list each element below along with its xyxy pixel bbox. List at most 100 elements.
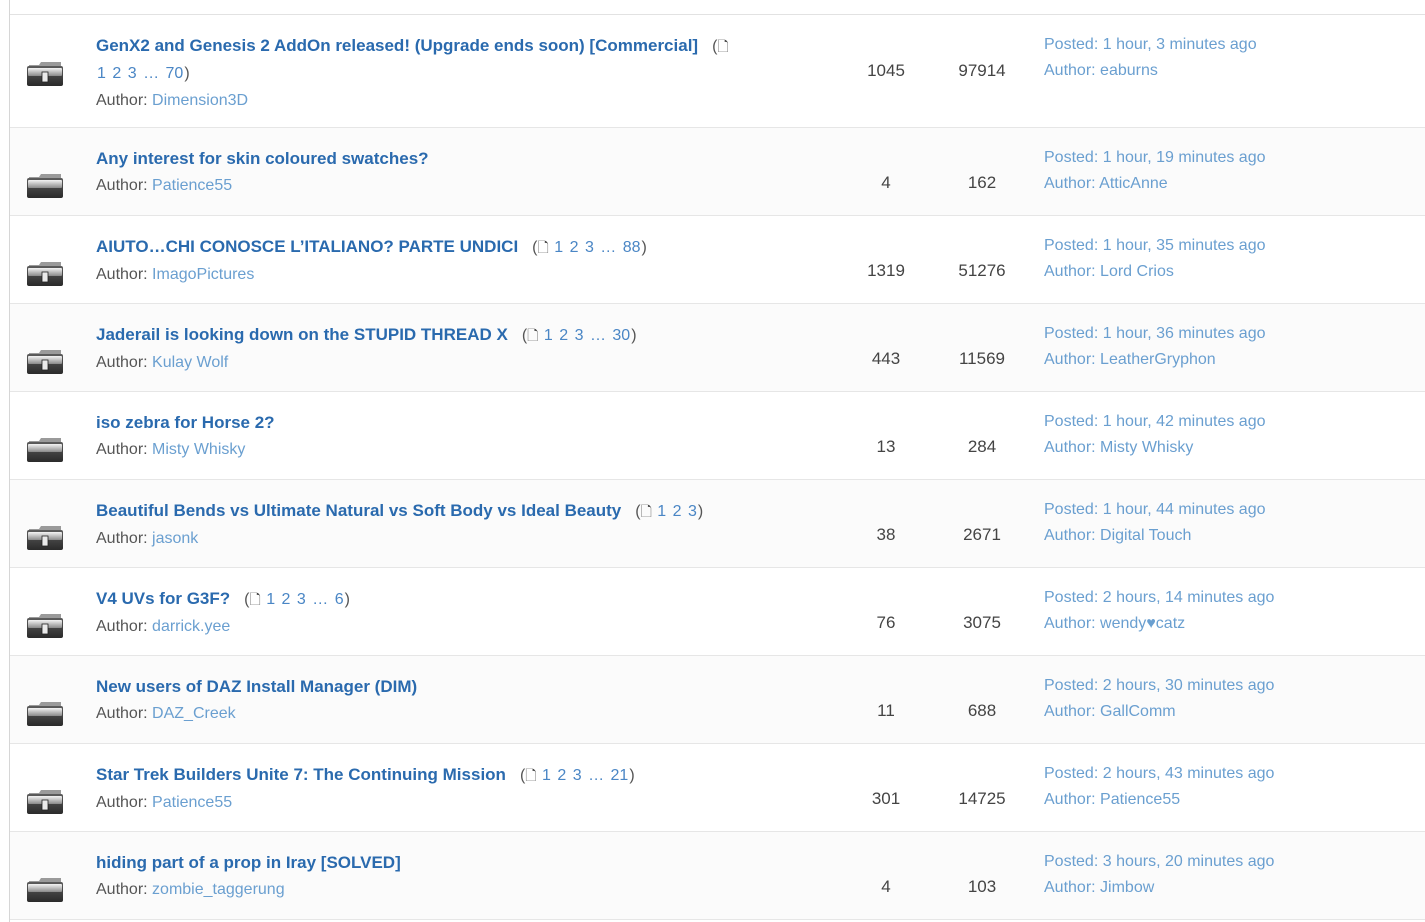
last-author-link[interactable]: GallComm: [1100, 703, 1176, 720]
pagination-link[interactable]: 3: [128, 65, 137, 82]
author-link[interactable]: Patience55: [152, 794, 232, 811]
replies-count: 38: [876, 525, 896, 544]
table-row[interactable]: iso zebra for Horse 2? Author: Misty Whis…: [10, 392, 1425, 480]
pagination-link[interactable]: 2: [673, 503, 682, 520]
table-row[interactable]: GenX2 and Genesis 2 AddOn released! (Upg…: [10, 15, 1425, 128]
table-row[interactable]: New users of DAZ Install Manager (DIM) Au…: [10, 656, 1425, 744]
topic-title-line: iso zebra for Horse 2?: [96, 410, 826, 436]
last-post-time: Posted: 1 hour, 3 minutes ago: [1044, 32, 1257, 58]
pagination-link[interactable]: 70: [166, 65, 184, 82]
last-author-link[interactable]: Jimbow: [1100, 879, 1154, 896]
author-link[interactable]: Patience55: [152, 177, 232, 194]
posted-label: Posted:: [1044, 765, 1099, 782]
last-post-info: Posted: 2 hours, 43 minutes ago Author: P…: [1044, 761, 1274, 813]
last-post-link[interactable]: 1 hour, 42 minutes ago: [1103, 413, 1266, 430]
last-post-link[interactable]: 1 hour, 3 minutes ago: [1103, 36, 1257, 53]
last-post-time: Posted: 1 hour, 19 minutes ago: [1044, 145, 1266, 171]
last-author-link[interactable]: Patience55: [1100, 791, 1180, 808]
author-label: Author:: [96, 177, 148, 194]
replies-count: 443: [871, 349, 901, 368]
author-link[interactable]: Kulay Wolf: [152, 354, 228, 371]
posted-label: Posted:: [1044, 677, 1099, 694]
author-link[interactable]: DAZ_Creek: [152, 705, 236, 722]
pagination-link[interactable]: 2: [559, 327, 568, 344]
pagination-link[interactable]: 2: [557, 767, 566, 784]
table-row[interactable]: Star Trek Builders Unite 7: The Continui…: [10, 744, 1425, 832]
topic-title-link[interactable]: GenX2 and Genesis 2 AddOn released! (Upg…: [96, 36, 698, 55]
last-post-link[interactable]: 1 hour, 19 minutes ago: [1103, 149, 1266, 166]
last-author-label: Author:: [1044, 791, 1096, 808]
pagination-link[interactable]: 3: [575, 327, 584, 344]
table-row[interactable]: hiding part of a prop in Iray [SOLVED] Au…: [10, 832, 1425, 920]
last-post-link[interactable]: 2 hours, 14 minutes ago: [1103, 589, 1275, 606]
last-post-link[interactable]: 2 hours, 43 minutes ago: [1103, 765, 1275, 782]
topic-title-link[interactable]: Beautiful Bends vs Ultimate Natural vs S…: [96, 501, 621, 520]
last-author-link[interactable]: LeatherGryphon: [1100, 351, 1216, 368]
pagination-link[interactable]: 2: [282, 591, 291, 608]
pagination-link[interactable]: 3: [573, 767, 582, 784]
topic-pagination: (🗋 1 2 3 … 6): [244, 591, 350, 608]
pagination-link[interactable]: 30: [612, 327, 630, 344]
last-author-label: Author:: [1044, 62, 1096, 79]
author-link[interactable]: jasonk: [152, 530, 198, 547]
topic-title-link[interactable]: V4 UVs for G3F?: [96, 589, 230, 608]
pagination-link[interactable]: 2: [112, 65, 121, 82]
author-link[interactable]: darrick.yee: [152, 618, 230, 635]
last-post-link[interactable]: 3 hours, 20 minutes ago: [1103, 853, 1275, 870]
pagination-link[interactable]: 2: [570, 239, 579, 256]
last-post-time: Posted: 1 hour, 44 minutes ago: [1044, 497, 1266, 523]
author-label: Author:: [96, 441, 148, 458]
last-author-link[interactable]: Digital Touch: [1100, 527, 1191, 544]
author-link[interactable]: zombie_taggerung: [152, 881, 285, 898]
author-link[interactable]: Dimension3D: [152, 92, 248, 109]
last-post-link[interactable]: 1 hour, 44 minutes ago: [1103, 501, 1266, 518]
table-row[interactable]: AIUTO…CHI CONOSCE L’ITALIANO? PARTE UNDI…: [10, 216, 1425, 304]
replies-count: 13: [876, 437, 896, 456]
topic-author: Author: Patience55: [96, 791, 826, 815]
last-author-link[interactable]: AtticAnne: [1099, 175, 1167, 192]
table-row[interactable]: Jaderail is looking down on the STUPID T…: [10, 304, 1425, 392]
posted-label: Posted:: [1044, 237, 1099, 254]
pagination-link[interactable]: 3: [297, 591, 306, 608]
author-link[interactable]: ImagoPictures: [152, 266, 254, 283]
pagination-link[interactable]: 88: [623, 239, 641, 256]
topic-title-link[interactable]: AIUTO…CHI CONOSCE L’ITALIANO? PARTE UNDI…: [96, 237, 518, 256]
table-row[interactable]: Beautiful Bends vs Ultimate Natural vs S…: [10, 480, 1425, 568]
pagination-link[interactable]: 1: [97, 65, 106, 82]
last-post-link[interactable]: 2 hours, 30 minutes ago: [1103, 677, 1275, 694]
replies-count: 301: [871, 789, 901, 808]
topic-pagination: (🗋 1 2 3 … 21): [520, 767, 635, 784]
views-count: 97914: [958, 61, 1006, 80]
last-post-author: Author: Misty Whisky: [1044, 435, 1266, 461]
pagination-link[interactable]: 6: [335, 591, 344, 608]
last-author-link[interactable]: Misty Whisky: [1100, 439, 1193, 456]
last-author-link[interactable]: eaburns: [1100, 62, 1158, 79]
author-label: Author:: [96, 618, 148, 635]
topic-author: Author: DAZ_Creek: [96, 702, 826, 726]
pagination-link[interactable]: 1: [542, 767, 551, 784]
table-row[interactable]: V4 UVs for G3F? (🗋 1 2 3 … 6) Author: darr…: [10, 568, 1425, 656]
pagination-link[interactable]: 1: [544, 327, 553, 344]
last-post-link[interactable]: 1 hour, 36 minutes ago: [1103, 325, 1266, 342]
last-author-label: Author:: [1044, 263, 1096, 280]
topic-title-link[interactable]: hiding part of a prop in Iray [SOLVED]: [96, 853, 401, 872]
pagination-link[interactable]: 3: [688, 503, 697, 520]
pagination-close-paren: ): [344, 591, 350, 608]
last-author-label: Author:: [1044, 527, 1096, 544]
pagination-link[interactable]: 1: [266, 591, 275, 608]
pagination-link[interactable]: 1: [554, 239, 563, 256]
topic-title-link[interactable]: Any interest for skin coloured swatches?: [96, 149, 429, 168]
last-author-link[interactable]: Lord Crios: [1100, 263, 1174, 280]
author-link[interactable]: Misty Whisky: [152, 441, 245, 458]
last-author-link[interactable]: wendy♥catz: [1100, 615, 1185, 632]
topic-title-link[interactable]: iso zebra for Horse 2?: [96, 413, 275, 432]
pagination-link[interactable]: 1: [657, 503, 666, 520]
topic-title-link[interactable]: Star Trek Builders Unite 7: The Continui…: [96, 765, 506, 784]
pagination-link[interactable]: 21: [611, 767, 629, 784]
table-row[interactable]: Any interest for skin coloured swatches?…: [10, 128, 1425, 216]
page-icon: 🗋: [527, 327, 539, 343]
topic-title-link[interactable]: Jaderail is looking down on the STUPID T…: [96, 325, 508, 344]
last-post-link[interactable]: 1 hour, 35 minutes ago: [1103, 237, 1266, 254]
topic-title-link[interactable]: New users of DAZ Install Manager (DIM): [96, 677, 417, 696]
pagination-link[interactable]: 3: [585, 239, 594, 256]
